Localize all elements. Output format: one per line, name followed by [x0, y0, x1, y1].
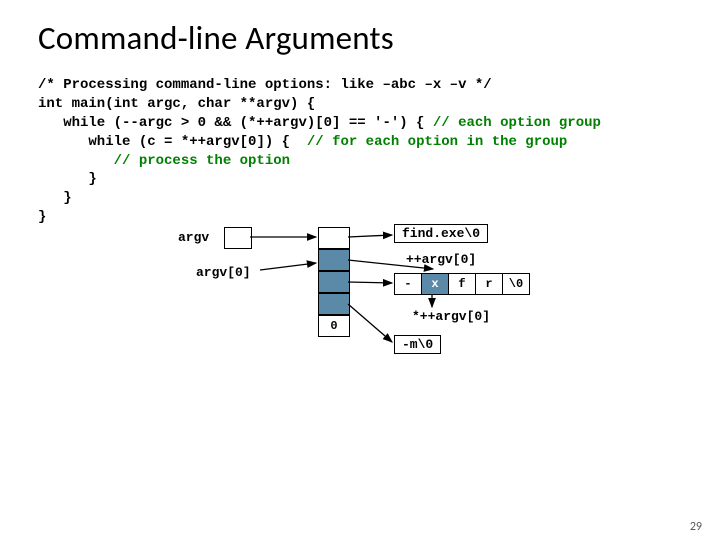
char-cell-4: \0 — [502, 273, 530, 295]
code-line-4c: ) { — [265, 134, 307, 150]
m-string-label: -m\0 — [394, 335, 441, 354]
code-line-4d: // for each option in the group — [307, 134, 567, 150]
code-line-3a: while (--argc > 0 && (*++argv)[0] == '-'… — [38, 115, 433, 131]
code-line-3b: // each option group — [433, 115, 601, 131]
page-number: 29 — [690, 520, 702, 534]
code-line-1: /* Processing command-line options: like… — [38, 77, 492, 93]
deref-inc-argv0-label: *++argv[0] — [412, 309, 490, 324]
char-cell-1: x — [421, 273, 449, 295]
code-line-6: } — [38, 171, 97, 187]
code-line-5: // process the option — [38, 153, 290, 169]
slide-title: Command-line Arguments — [38, 18, 690, 58]
ptr-cell-0 — [318, 227, 350, 249]
argv-cell — [224, 227, 252, 249]
argv0-label: argv[0] — [196, 265, 251, 280]
diagram-arrows — [38, 227, 678, 387]
argv-label: argv — [178, 230, 209, 245]
char-cell-2: f — [448, 273, 476, 295]
char-cell-3: r — [475, 273, 503, 295]
code-line-7: } — [38, 190, 72, 206]
code-line-2: int main(int argc, char **argv) { — [38, 96, 315, 112]
inc-argv0-label: ++argv[0] — [406, 252, 476, 267]
code-line-8: } — [38, 209, 46, 225]
code-block: /* Processing command-line options: like… — [38, 76, 690, 227]
ptr-cell-1 — [318, 249, 350, 271]
prog-name-label: find.exe\0 — [394, 224, 488, 243]
ptr-cell-3 — [318, 293, 350, 315]
ptr-cell-null: 0 — [318, 315, 350, 337]
code-line-4a: while (c = — [38, 134, 181, 150]
code-line-4b: *++argv[0] — [181, 134, 265, 150]
ptr-cell-2 — [318, 271, 350, 293]
char-cell-0: - — [394, 273, 422, 295]
